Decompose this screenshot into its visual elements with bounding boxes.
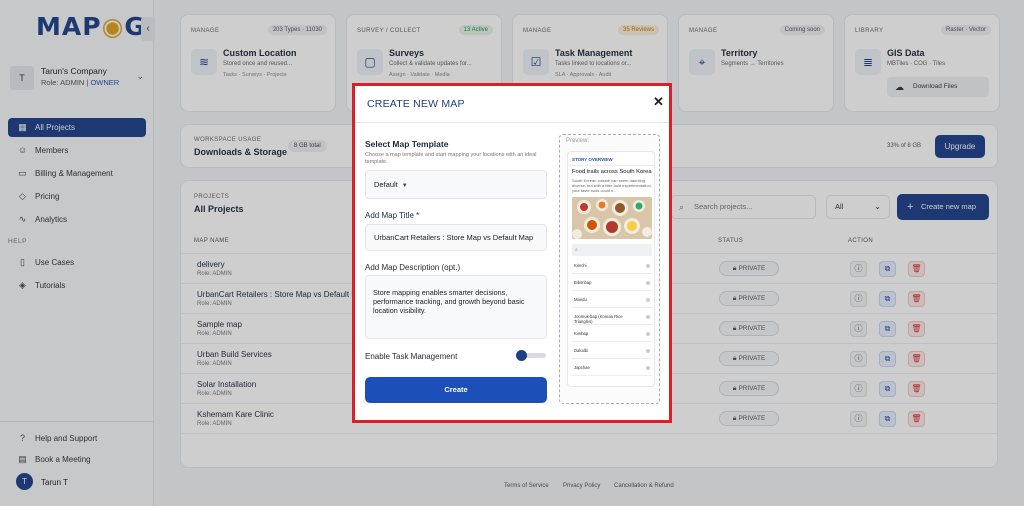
preview-story-title: Food trails across South Korea (572, 169, 652, 175)
list-item-label: Dakalbi (574, 348, 588, 353)
preview-label: Preview: (566, 138, 590, 144)
list-item: Japchae (572, 361, 652, 376)
map-description-textarea[interactable]: Store mapping enables smarter decisions,… (365, 275, 547, 339)
list-item-label: Joomuk-bap (Korean Rice Triangles) (574, 314, 623, 324)
task-management-label: Enable Task Management (365, 352, 458, 361)
list-item-label: Japchae (574, 365, 590, 370)
preview-food-image (572, 197, 652, 239)
list-item-dot (646, 281, 650, 285)
list-item: Bibimbap (572, 276, 652, 291)
map-description-label: Add Map Description (opt.) (365, 263, 461, 272)
create-new-map-modal: CREATE NEW MAP ✕ Select Map Template Cho… (352, 83, 672, 423)
list-item-label: Mandu (574, 297, 587, 302)
template-help-text: Choose a map template and start mapping … (365, 152, 537, 165)
task-management-toggle[interactable] (516, 350, 546, 361)
list-item: Joomuk-bap (Korean Rice Triangles) (572, 310, 652, 325)
list-item-dot (646, 315, 650, 319)
list-item-label: Kimbap (574, 331, 589, 336)
preview-divider (568, 165, 654, 166)
list-item-dot (646, 298, 650, 302)
list-item-label: Bibimbap (574, 280, 592, 285)
map-title-label: Add Map Title * (365, 211, 420, 220)
template-label: Select Map Template (365, 139, 449, 149)
list-item: Dakalbi (572, 344, 652, 359)
list-item-dot (646, 332, 650, 336)
close-icon[interactable]: ✕ (653, 95, 664, 109)
modal-title: CREATE NEW MAP (367, 98, 465, 110)
food-plates-illustration (572, 197, 652, 239)
template-select[interactable]: Default ▼ (365, 170, 547, 199)
list-item-dot (646, 366, 650, 370)
list-item-label: Kimchi (574, 263, 587, 268)
list-item-dot (646, 264, 650, 268)
toggle-knob (516, 350, 527, 361)
list-item: Kimbap (572, 327, 652, 342)
caret-down-icon: ▼ (401, 183, 408, 189)
list-item-dot (646, 349, 650, 353)
search-icon: ⌕ (575, 247, 578, 253)
list-item: Mandu (572, 293, 652, 308)
preview-story-text: South Korean cuisine can seem daunting d… (572, 178, 652, 193)
list-item: Kimchi (572, 259, 652, 274)
preview-story-header: STORY OVERVIEW (572, 157, 613, 162)
template-preview: Preview: STORY OVERVIEW Food trails acro… (559, 134, 660, 404)
create-button[interactable]: Create (365, 377, 547, 403)
modal-header-divider (355, 122, 669, 123)
preview-search-bar: ⌕ (572, 244, 652, 256)
map-title-input[interactable]: UrbanCart Retailers : Store Map vs Defau… (365, 224, 547, 251)
preview-story-card: STORY OVERVIEW Food trails across South … (567, 151, 655, 387)
